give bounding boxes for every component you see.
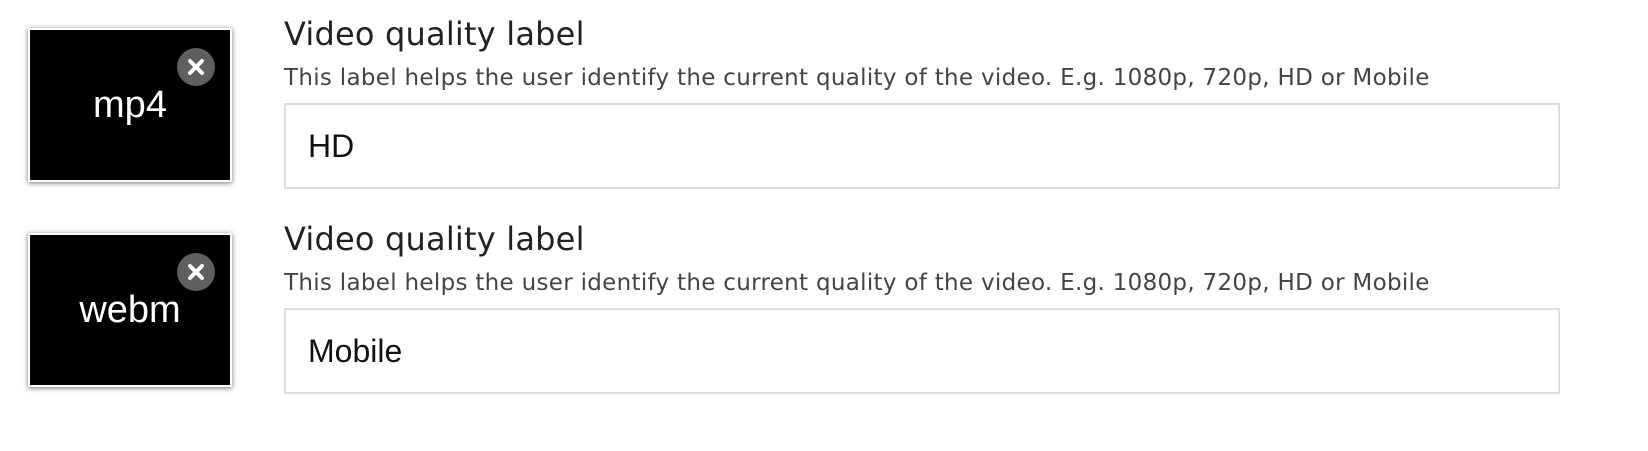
video-quality-field: Video quality label This label helps the… [284,14,1562,189]
field-title: Video quality label [284,220,585,258]
close-circle-icon [187,263,205,281]
field-description: This label helps the user identify the c… [284,65,1430,91]
field-title: Video quality label [284,15,585,53]
quality-label-input[interactable] [284,308,1560,394]
quality-label-input[interactable] [284,103,1560,189]
remove-file-button[interactable] [177,253,215,291]
video-quality-row: webm Video quality label This label help… [0,205,1648,394]
video-quality-field: Video quality label This label helps the… [284,219,1562,394]
video-quality-row: mp4 Video quality label This label helps… [0,0,1648,189]
remove-file-button[interactable] [177,48,215,86]
video-file-thumbnail: webm [28,233,232,387]
file-type-label: mp4 [93,84,167,126]
file-type-label: webm [79,289,181,331]
close-circle-icon [187,58,205,76]
video-file-thumbnail: mp4 [28,28,232,182]
field-description: This label helps the user identify the c… [284,270,1430,296]
